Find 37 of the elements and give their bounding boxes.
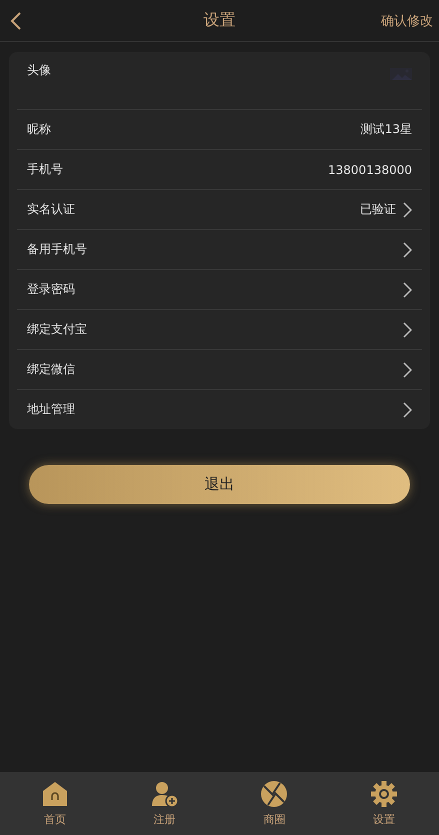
chevron-right-icon [402,282,412,298]
user-add-icon [150,780,179,808]
row-value: 已验证 [360,201,396,218]
tab-item[interactable]: 注册 [110,772,220,835]
settings-row[interactable]: 备用手机号 [17,230,422,270]
back-icon[interactable] [10,12,22,30]
chevron-right-icon [402,362,412,378]
aperture-icon [260,780,288,808]
settings-row[interactable]: 地址管理 [17,390,422,429]
chevron-right-icon [402,242,412,258]
row-label: 实名认证 [27,201,75,218]
settings-row[interactable]: 头像 [17,52,422,110]
tab-item[interactable]: 商圈 [220,772,330,835]
settings-row[interactable]: 实名认证 已验证 [17,190,422,230]
row-label: 备用手机号 [27,241,87,258]
settings-row[interactable]: 登录密码 [17,270,422,310]
tab-item[interactable]: 设置 [329,772,439,835]
row-label: 昵称 [27,121,51,138]
row-label: 绑定支付宝 [27,321,87,338]
chevron-right-icon [402,202,412,218]
confirm-button[interactable]: 确认修改 [381,12,433,30]
row-value: 13800138000 [328,162,412,176]
tab-item[interactable]: 首页 [0,772,110,835]
logout-button[interactable]: 退出 [29,465,410,504]
home-icon [40,780,69,808]
row-label: 地址管理 [27,401,75,418]
settings-icon [370,780,398,808]
row-label: 手机号 [27,161,63,178]
row-value: 测试13星 [360,121,412,138]
settings-row[interactable]: 绑定支付宝 [17,310,422,350]
row-label: 登录密码 [27,281,75,298]
chevron-right-icon [402,402,412,418]
chevron-right-icon [402,322,412,338]
row-label: 头像 [27,62,51,79]
page-title: 设置 [204,10,236,31]
row-label: 绑定微信 [27,361,75,378]
settings-row[interactable]: 绑定微信 [17,350,422,390]
